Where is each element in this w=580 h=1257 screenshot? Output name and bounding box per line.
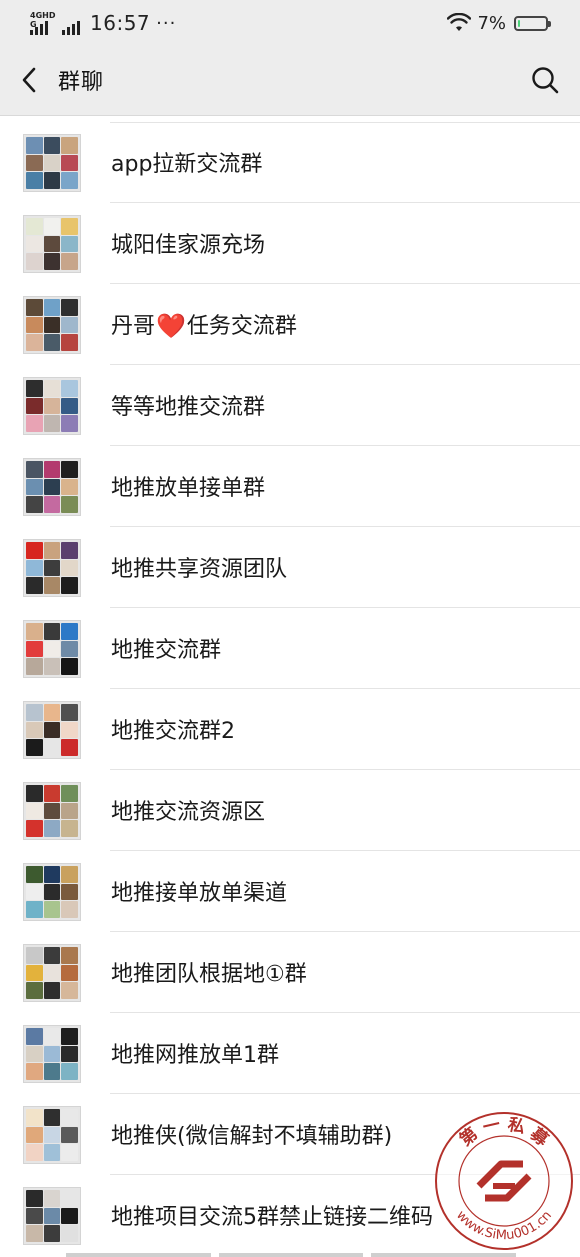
group-name: 丹哥❤️任务交流群 (111, 308, 297, 340)
group-name: 地推侠(微信解封不填辅助群) (111, 1124, 393, 1149)
group-name: 地推网推放单1群 (111, 1043, 279, 1068)
search-icon (532, 67, 559, 94)
group-name: 地推交流群2 (111, 719, 235, 744)
group-name-part: 任务交流群 (186, 314, 297, 339)
group-name: 地推团队根据地①群 (111, 962, 307, 987)
group-avatar-grid (23, 782, 81, 840)
group-avatar-grid (23, 1187, 81, 1245)
group-name: app拉新交流群 (111, 152, 263, 177)
group-avatar-grid (23, 701, 81, 759)
group-name-part: 丹哥 (111, 314, 156, 339)
group-row[interactable]: 地推共享资源团队 (0, 527, 580, 608)
wifi-icon (447, 13, 472, 31)
group-row[interactable]: 地推放单接单群 (0, 446, 580, 527)
heart-emoji-icon: ❤️ (156, 312, 186, 340)
group-name: 地推交流群 (111, 638, 222, 663)
group-name: 地推放单接单群 (111, 476, 266, 501)
group-list: app拉新交流群 城阳佳家源充场 丹哥❤️任务交流群 等等地推交流群 地推放单接… (0, 122, 580, 1256)
battery-icon (514, 15, 551, 31)
group-avatar-grid (23, 944, 81, 1002)
group-row[interactable]: 地推交流群 (0, 608, 580, 689)
group-row[interactable]: 地推接单放单渠道 (0, 851, 580, 932)
group-avatar-grid (23, 539, 81, 597)
group-row[interactable]: 地推交流资源区 (0, 770, 580, 851)
group-row[interactable]: 地推团队根据地①群 (0, 932, 580, 1013)
group-avatar-grid (23, 1025, 81, 1083)
back-button[interactable] (14, 63, 44, 97)
group-row[interactable]: 城阳佳家源充场 (0, 203, 580, 284)
status-left: 4GHD G 16:57 ··· (30, 9, 176, 37)
group-row[interactable]: 丹哥❤️任务交流群 (0, 284, 580, 365)
group-name: 等等地推交流群 (111, 395, 266, 420)
group-avatar-grid (23, 1106, 81, 1164)
status-right: 7% (447, 10, 551, 36)
group-row[interactable]: 等等地推交流群 (0, 365, 580, 446)
group-row[interactable]: 地推交流群2 (0, 689, 580, 770)
status-more-dots: ··· (156, 12, 177, 34)
chevron-left-icon (22, 67, 36, 93)
status-time: 16:57 (90, 11, 151, 35)
group-name: 城阳佳家源充场 (111, 233, 266, 258)
group-avatar-grid (23, 863, 81, 921)
group-row[interactable]: app拉新交流群 (0, 122, 580, 203)
signal-icon: 4GHD G (30, 11, 58, 35)
group-avatar-grid (23, 458, 81, 516)
battery-level (518, 19, 520, 27)
group-avatar-grid (23, 620, 81, 678)
signal-icon-2 (62, 11, 82, 35)
status-bar: 4GHD G 16:57 ··· 7% (0, 0, 580, 46)
group-name: 地推项目交流5群禁止链接二维码 (111, 1205, 433, 1230)
group-row[interactable]: 地推网推放单1群 (0, 1013, 580, 1094)
group-name: 地推交流资源区 (111, 800, 266, 825)
group-name: 地推共享资源团队 (111, 557, 288, 582)
battery-percent: 7% (477, 12, 506, 34)
search-button[interactable] (528, 63, 562, 97)
navigation-bar: 群聊 (0, 46, 580, 116)
group-avatar-grid (23, 134, 81, 192)
page-title: 群聊 (58, 70, 105, 95)
group-name: 地推接单放单渠道 (111, 881, 288, 906)
group-avatar-grid (23, 215, 81, 273)
bottom-scroll-indicator (66, 1253, 517, 1257)
group-avatar-grid (23, 296, 81, 354)
group-avatar-grid (23, 377, 81, 435)
watermark-stamp: 第 一 私 募 www.SiMu001.cn (435, 1112, 573, 1250)
